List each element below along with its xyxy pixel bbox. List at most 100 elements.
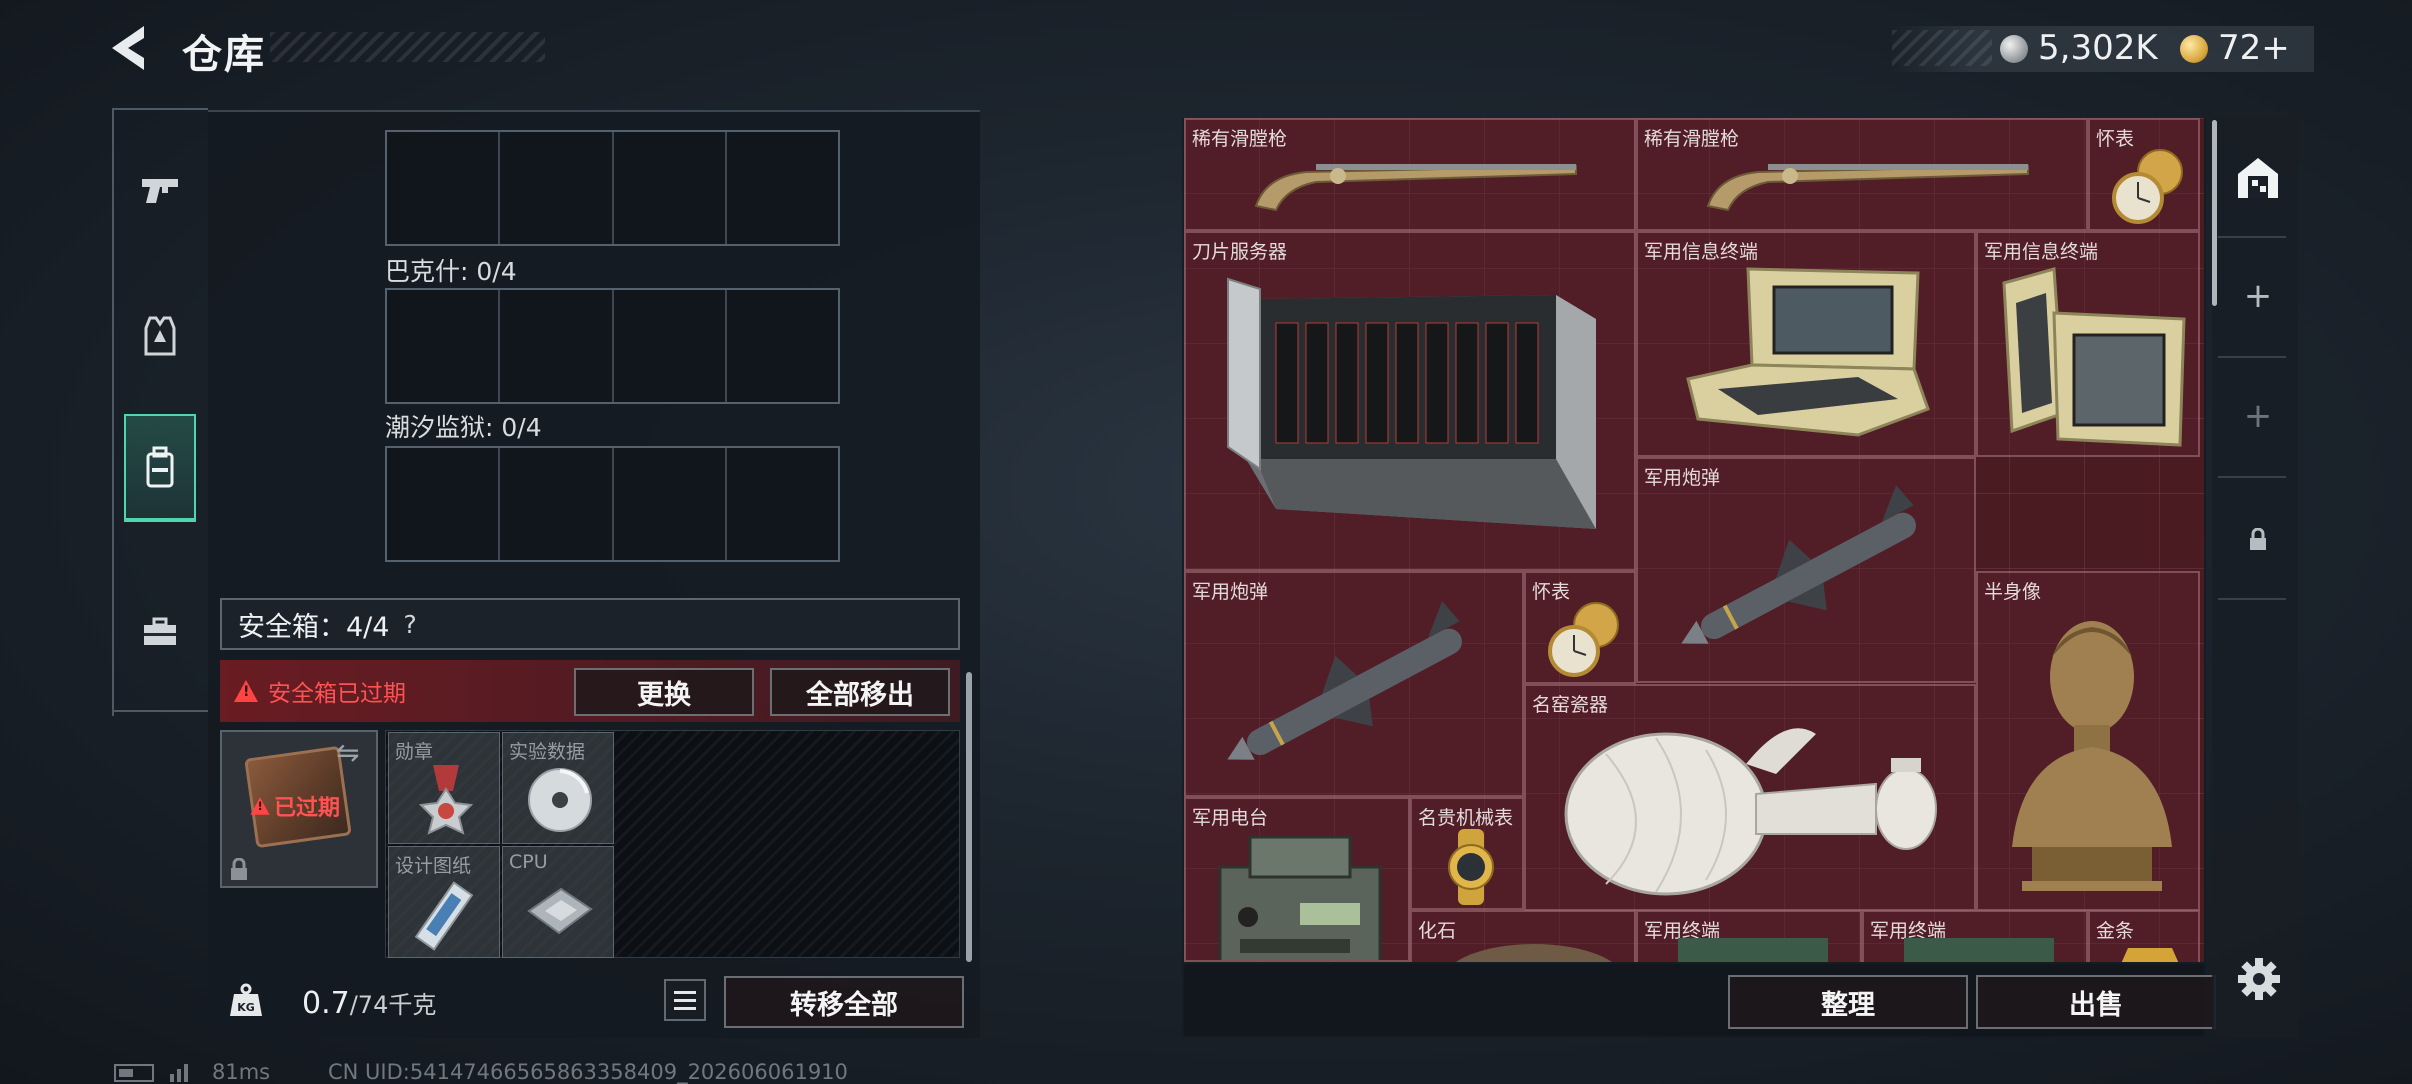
- empty-slot[interactable]: [614, 132, 727, 244]
- fossil-icon: [1456, 944, 1612, 962]
- empty-slot[interactable]: [727, 132, 838, 244]
- gold-amount: 72+: [2218, 28, 2290, 68]
- armor-vest-icon: [144, 316, 176, 356]
- empty-slot[interactable]: [387, 290, 501, 402]
- musket-icon: [1706, 164, 2029, 212]
- item-military-shell[interactable]: 军用炮弹: [1636, 457, 1976, 683]
- gold-bar-icon: [2121, 948, 2179, 962]
- list-view-button[interactable]: [664, 979, 706, 1021]
- item-famous-porcelain[interactable]: 名窑瓷器: [1524, 684, 1976, 911]
- porcelain-vase-icon: [1564, 728, 1937, 896]
- item-military-shell[interactable]: 军用炮弹: [1184, 571, 1524, 797]
- tab-containers[interactable]: [124, 414, 196, 522]
- settings-gear-icon[interactable]: [2236, 956, 2282, 1002]
- expired-message: 安全箱已过期: [268, 681, 406, 707]
- item-rare-musket[interactable]: 稀有滑膛枪: [1184, 118, 1636, 231]
- safebox-expired-tag: 已过期: [248, 790, 340, 822]
- empty-slot[interactable]: [614, 290, 727, 402]
- uid-readout: CN UID:54147466565863358409_202606061910: [328, 1060, 848, 1084]
- empty-slot[interactable]: [500, 448, 614, 560]
- item-blade-server[interactable]: 刀片服务器: [1184, 231, 1636, 571]
- backpack-icon: [146, 446, 174, 488]
- empty-slot[interactable]: [500, 290, 614, 402]
- signal-icon: [170, 1064, 188, 1082]
- slot-group-top: [385, 130, 840, 246]
- lock-icon: [2250, 528, 2266, 550]
- missile-icon: [1227, 601, 1462, 760]
- item-name: 军用信息终端: [1984, 241, 2099, 263]
- storage-page-sidebar: [2212, 118, 2298, 1038]
- sidebar-divider: [2218, 356, 2286, 358]
- warning-icon: [250, 797, 270, 815]
- ping-readout: 81ms: [212, 1060, 271, 1084]
- empty-slot[interactable]: [727, 448, 838, 560]
- help-icon[interactable]: ?: [403, 610, 416, 639]
- title-decoration: [270, 32, 545, 62]
- weight-icon: KG: [230, 983, 262, 1016]
- move-all-out-button[interactable]: 全部移出: [770, 668, 950, 716]
- swap-icon[interactable]: ⇋: [336, 736, 359, 769]
- back-button[interactable]: [108, 22, 154, 74]
- weight-capacity: /74千克: [349, 991, 437, 1019]
- item-military-info-terminal[interactable]: 军用信息终端: [1636, 231, 1976, 457]
- slot-group-label: 潮汐监狱: 0/4: [385, 413, 542, 442]
- safe-item-cpu[interactable]: CPU: [502, 846, 614, 958]
- empty-slot[interactable]: [387, 132, 501, 244]
- item-gold-bar[interactable]: 金条: [2088, 910, 2200, 962]
- item-military-info-terminal[interactable]: 军用信息终端: [1976, 231, 2200, 457]
- item-military-terminal[interactable]: 军用终端: [1862, 910, 2088, 962]
- page-title: 仓库: [182, 32, 266, 78]
- item-military-terminal[interactable]: 军用终端: [1636, 910, 1862, 962]
- empty-slot[interactable]: [500, 132, 614, 244]
- safe-item-blueprint[interactable]: 设计图纸: [388, 846, 500, 958]
- item-pocket-watch[interactable]: 怀表: [2088, 118, 2200, 231]
- battery-icon: [114, 1064, 154, 1082]
- safe-item-medal[interactable]: 勋章: [388, 732, 500, 844]
- item-name: 金条: [2096, 920, 2135, 942]
- empty-slot[interactable]: [387, 448, 501, 560]
- tab-equipment[interactable]: [124, 282, 196, 390]
- item-name: 实验数据: [509, 741, 586, 763]
- sell-button[interactable]: 出售: [1976, 975, 2216, 1029]
- locked-storage-button[interactable]: [2230, 512, 2286, 568]
- empty-slot[interactable]: [614, 448, 727, 560]
- tab-tools[interactable]: [124, 578, 196, 686]
- pocket-watch-icon: [2112, 149, 2183, 224]
- item-bust[interactable]: 半身像: [1976, 571, 2200, 911]
- storage-scrollbar[interactable]: [966, 672, 972, 962]
- add-storage-button[interactable]: +: [2230, 268, 2286, 324]
- transfer-all-button[interactable]: 转移全部: [724, 976, 964, 1028]
- item-fossil[interactable]: 化石: [1410, 910, 1636, 962]
- sort-button[interactable]: 整理: [1728, 975, 1968, 1029]
- item-name: 名窑瓷器: [1532, 694, 1609, 716]
- empty-slot[interactable]: [727, 290, 838, 402]
- disc-icon: [528, 768, 592, 832]
- safe-item-experiment-data[interactable]: 实验数据: [502, 732, 614, 844]
- currency-decoration: [1892, 30, 1992, 66]
- toolbox-icon: [144, 617, 176, 645]
- silver-coin-icon: [2000, 35, 2028, 63]
- storage-home-button[interactable]: [2230, 150, 2286, 206]
- item-military-radio[interactable]: 军用电台: [1184, 797, 1410, 962]
- terminal-icon: [1678, 938, 1828, 962]
- sidebar-divider: [2218, 598, 2286, 600]
- inventory-scrollbar[interactable]: [2212, 120, 2217, 306]
- weight-current: 0.7: [302, 986, 350, 1021]
- item-rare-musket[interactable]: 稀有滑膛枪: [1636, 118, 2088, 231]
- item-luxury-mechanical-watch[interactable]: 名贵机械表: [1410, 797, 1524, 910]
- missile-icon: [1681, 485, 1916, 644]
- slot-group-label: 巴克什: 0/4: [385, 257, 517, 286]
- luxury-watch-icon: [1448, 829, 1494, 905]
- pocket-watch-icon: [1548, 602, 1619, 677]
- terminal-icon: [1904, 938, 2054, 962]
- tab-divider: [112, 108, 208, 110]
- add-storage-button-disabled[interactable]: +: [2230, 388, 2286, 444]
- tab-weapons[interactable]: [124, 136, 196, 244]
- sidebar-divider: [2218, 476, 2286, 478]
- expired-status: 已过期: [274, 796, 341, 821]
- item-pocket-watch[interactable]: 怀表: [1524, 571, 1636, 684]
- home-storage-icon: [2238, 158, 2278, 198]
- lock-icon: [231, 858, 247, 880]
- replace-button[interactable]: 更换: [574, 668, 754, 716]
- gold-coin-icon: [2180, 35, 2208, 63]
